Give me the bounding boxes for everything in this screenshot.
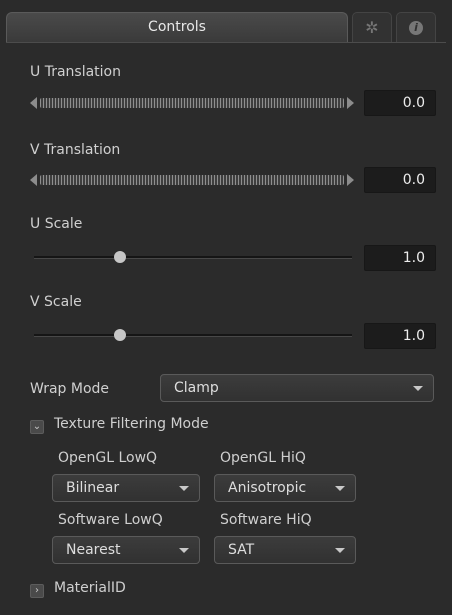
tab-controls[interactable]: Controls xyxy=(6,12,348,42)
v-scale-label: V Scale xyxy=(30,294,82,310)
opengl-lowq-selected: Bilinear xyxy=(66,480,120,496)
opengl-lowq-dropdown[interactable]: Bilinear xyxy=(52,474,200,502)
chevron-down-icon: ⌄ xyxy=(32,421,42,432)
u-scale-slider-knob[interactable] xyxy=(113,251,126,263)
software-hiq-selected: SAT xyxy=(228,542,255,558)
wrap-mode-dropdown[interactable]: Clamp xyxy=(160,374,434,402)
thumbwheel-track[interactable] xyxy=(40,98,344,108)
v-translation-thumbwheel[interactable] xyxy=(30,173,354,187)
chevron-down-icon xyxy=(179,548,189,553)
chevron-down-icon xyxy=(413,386,423,391)
material-id-expander[interactable]: › xyxy=(30,584,44,598)
v-translation-value[interactable]: 0.0 xyxy=(364,167,436,193)
v-scale-value[interactable]: 1.0 xyxy=(364,323,436,349)
tab-settings[interactable]: ✲ xyxy=(352,12,392,42)
controls-panel: Controls ✲ i U Translation 0.0 V Transla… xyxy=(0,0,452,615)
tab-info[interactable]: i xyxy=(396,12,436,42)
software-hiq-label: Software HiQ xyxy=(220,512,312,528)
u-translation-thumbwheel[interactable] xyxy=(30,96,354,110)
wrap-mode-label: Wrap Mode xyxy=(30,381,110,397)
software-hiq-dropdown[interactable]: SAT xyxy=(214,536,356,564)
texture-filtering-label: Texture Filtering Mode xyxy=(54,416,209,432)
u-translation-label: U Translation xyxy=(30,64,121,80)
chevron-down-icon xyxy=(335,486,345,491)
software-lowq-label: Software LowQ xyxy=(58,512,163,528)
arrow-right-icon[interactable] xyxy=(347,174,354,186)
tab-bar: Controls ✲ i xyxy=(6,12,446,42)
texture-filtering-expander[interactable]: ⌄ xyxy=(30,420,44,434)
thumbwheel-track[interactable] xyxy=(40,175,344,185)
gear-icon: ✲ xyxy=(365,18,379,37)
wrap-mode-selected: Clamp xyxy=(174,380,219,396)
chevron-right-icon: › xyxy=(35,585,39,596)
v-scale-slider[interactable] xyxy=(34,334,352,337)
opengl-hiq-selected: Anisotropic xyxy=(228,480,307,496)
material-id-label: MaterialID xyxy=(54,580,126,596)
u-scale-label: U Scale xyxy=(30,216,83,232)
chevron-down-icon xyxy=(179,486,189,491)
software-lowq-selected: Nearest xyxy=(66,542,121,558)
u-scale-value[interactable]: 1.0 xyxy=(364,245,436,271)
arrow-left-icon[interactable] xyxy=(30,174,37,186)
u-translation-value[interactable]: 0.0 xyxy=(364,90,436,116)
chevron-down-icon xyxy=(335,548,345,553)
arrow-left-icon[interactable] xyxy=(30,97,37,109)
info-icon: i xyxy=(409,20,423,35)
tab-divider xyxy=(6,42,446,43)
opengl-hiq-dropdown[interactable]: Anisotropic xyxy=(214,474,356,502)
software-lowq-dropdown[interactable]: Nearest xyxy=(52,536,200,564)
arrow-right-icon[interactable] xyxy=(347,97,354,109)
opengl-hiq-label: OpenGL HiQ xyxy=(220,450,306,466)
opengl-lowq-label: OpenGL LowQ xyxy=(58,450,158,466)
v-scale-slider-knob[interactable] xyxy=(113,329,126,341)
u-scale-slider[interactable] xyxy=(34,256,352,259)
v-translation-label: V Translation xyxy=(30,142,121,158)
